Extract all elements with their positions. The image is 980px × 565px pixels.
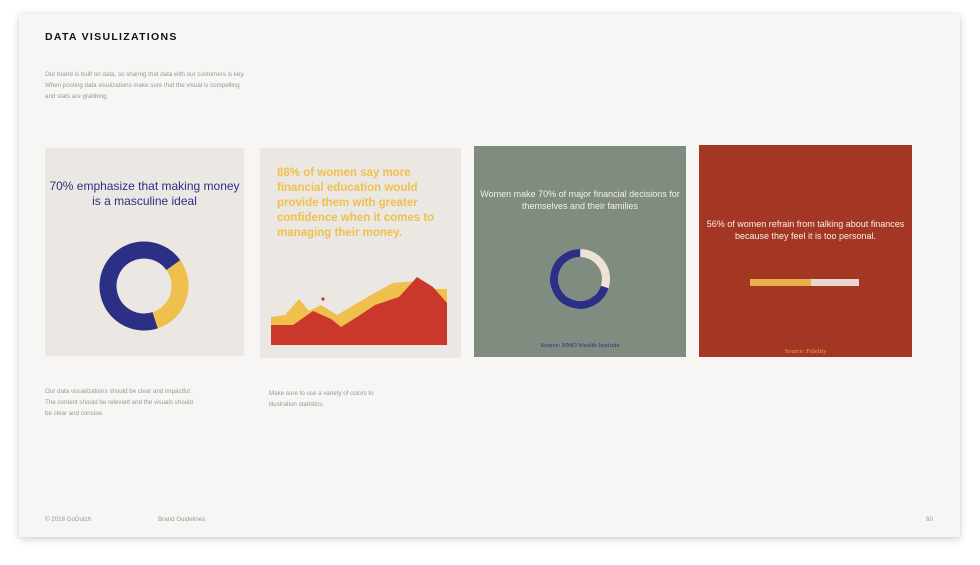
marker-dot <box>321 297 325 301</box>
page-number: 60 <box>926 516 933 523</box>
stat-text: 88% of women say more financial educatio… <box>277 167 435 239</box>
mountain-chart <box>271 277 447 345</box>
footer-section: Brand Guidelines <box>158 516 206 523</box>
stat-text: Women make 70% of major financial decisi… <box>480 189 680 211</box>
caption-clarity: Our data visualizations should be clear … <box>45 388 193 417</box>
stat-card-financial-decisions: Women make 70% of major financial decisi… <box>474 146 686 357</box>
stat-text: 70% emphasize that making money is a mas… <box>49 179 240 208</box>
stat-card-finances-personal: 56% of women refrain from talking about … <box>699 145 912 357</box>
intro-text: Our brand is built on data, so sharing t… <box>45 71 245 100</box>
caption-colors: Make sure to use a variety of colors to … <box>269 390 374 408</box>
progress-bar <box>750 279 859 286</box>
brand-guidelines-page: DATA VISULIZATIONS Our brand is built on… <box>19 14 960 537</box>
footer-copyright: © 2018 GoDutch <box>45 516 92 523</box>
progress-bar-fill <box>750 279 812 286</box>
stat-card-financial-education: 88% of women say more financial educatio… <box>260 148 461 358</box>
donut-chart <box>99 241 189 331</box>
stat-card-masculine-ideal: 70% emphasize that making money is a mas… <box>45 148 244 356</box>
source-note: Source: Fidelity <box>784 348 827 355</box>
stat-text: 56% of women refrain from talking about … <box>706 219 905 241</box>
donut-chart <box>550 249 610 309</box>
page-title: DATA VISULIZATIONS <box>45 31 178 43</box>
source-note: Source: BMO Wealth Institute <box>540 342 620 349</box>
